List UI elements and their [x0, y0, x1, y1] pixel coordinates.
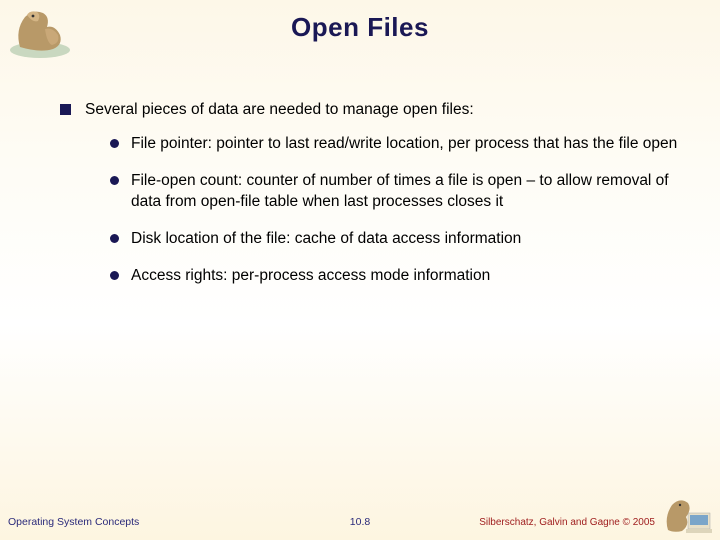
content-area: Several pieces of data are needed to man…: [60, 100, 680, 303]
slide-title: Open Files: [0, 0, 720, 43]
main-bullet-row: Several pieces of data are needed to man…: [60, 100, 680, 120]
square-bullet-icon: [60, 104, 71, 115]
sub-bullet-row: File pointer: pointer to last read/write…: [110, 134, 680, 155]
circle-bullet-icon: [110, 176, 119, 185]
footer-left-text: Operating System Concepts: [8, 516, 139, 528]
footer: Operating System Concepts 10.8 Silbersch…: [0, 512, 720, 532]
circle-bullet-icon: [110, 234, 119, 243]
circle-bullet-icon: [110, 139, 119, 148]
sub-bullet-text: File pointer: pointer to last read/write…: [131, 134, 677, 155]
sub-bullet-text: Access rights: per-process access mode i…: [131, 266, 490, 287]
sub-bullet-list: File pointer: pointer to last read/write…: [110, 134, 680, 287]
sub-bullet-row: Disk location of the file: cache of data…: [110, 229, 680, 250]
sub-bullet-row: File-open count: counter of number of ti…: [110, 171, 680, 213]
sub-bullet-row: Access rights: per-process access mode i…: [110, 266, 680, 287]
slide: Open Files Several pieces of data are ne…: [0, 0, 720, 540]
sub-bullet-text: Disk location of the file: cache of data…: [131, 229, 521, 250]
footer-copyright: Silberschatz, Galvin and Gagne © 2005: [479, 517, 655, 528]
footer-page-number: 10.8: [350, 516, 370, 528]
sub-bullet-text: File-open count: counter of number of ti…: [131, 171, 680, 213]
circle-bullet-icon: [110, 271, 119, 280]
dinosaur-logo-icon: [5, 5, 75, 60]
main-bullet-text: Several pieces of data are needed to man…: [85, 100, 474, 120]
